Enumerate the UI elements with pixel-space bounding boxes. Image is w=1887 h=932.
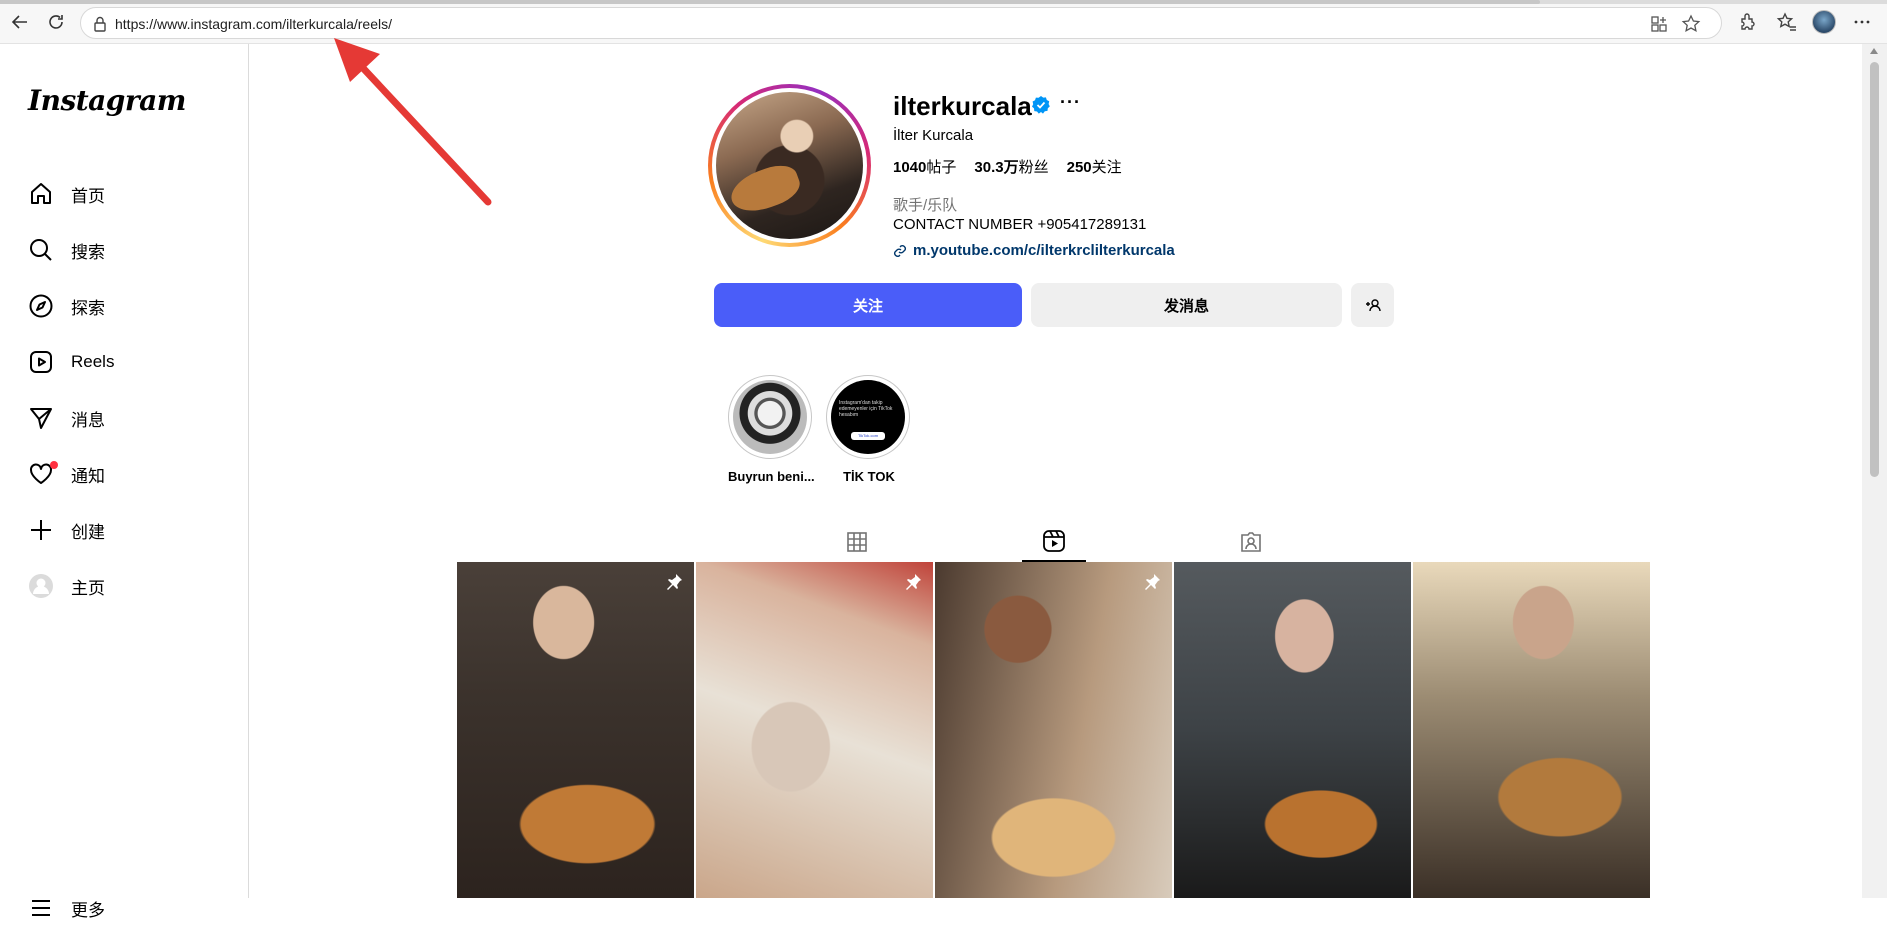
browser-profile-avatar[interactable] — [1812, 10, 1836, 34]
sidebar-item-label: 搜索 — [71, 242, 105, 262]
reel-thumbnail[interactable] — [457, 562, 694, 898]
profile-external-link[interactable]: m.youtube.com/c/ilterkrclilterkurcala — [893, 242, 1175, 259]
story-highlight[interactable]: Buyrun beni... — [728, 375, 815, 484]
following-stat[interactable]: 250关注 — [1067, 156, 1122, 177]
compass-icon — [27, 292, 55, 320]
app-available-icon[interactable] — [1649, 14, 1669, 34]
follow-button[interactable]: 关注 — [714, 283, 1022, 327]
sidebar-item-notifications[interactable]: 通知 — [18, 450, 238, 498]
profile-tabs — [457, 522, 1650, 562]
sidebar-item-profile[interactable]: 主页 — [18, 562, 238, 610]
sidebar-item-label: 探索 — [71, 298, 105, 318]
grid-icon — [847, 532, 867, 552]
sidebar-item-label: 首页 — [71, 186, 105, 206]
tab-tagged[interactable] — [1219, 522, 1283, 562]
tagged-icon — [1241, 532, 1261, 552]
profile-photo — [716, 92, 863, 239]
instagram-sidebar: Instagram 首页 搜索 探索 Reels 消息 通知 创建 主页 更多 — [0, 44, 249, 920]
extensions-icon[interactable] — [1736, 11, 1758, 33]
instagram-logo[interactable]: Instagram — [28, 84, 186, 117]
pinned-icon — [906, 574, 921, 590]
address-bar[interactable]: https://www.instagram.com/ilterkurcala/r… — [80, 7, 1722, 39]
reel-thumbnail[interactable] — [1174, 562, 1411, 898]
more-horizontal-icon — [1854, 20, 1870, 24]
refresh-button[interactable] — [44, 10, 68, 34]
sidebar-item-label: 创建 — [71, 522, 105, 542]
pinned-icon — [667, 574, 682, 590]
profile-username: ilterkurcala — [893, 91, 1032, 121]
favorite-star-icon[interactable] — [1681, 14, 1701, 34]
refresh-icon — [49, 15, 63, 29]
message-button[interactable]: 发消息 — [1031, 283, 1342, 327]
followers-stat[interactable]: 30.3万粉丝 — [974, 156, 1048, 177]
reel-thumbnail[interactable] — [1413, 562, 1650, 898]
profile-full-name: İlter Kurcala — [893, 127, 974, 144]
sidebar-item-label: 通知 — [71, 466, 105, 486]
posts-stat[interactable]: 1040帖子 — [893, 156, 956, 177]
reels-icon — [1043, 530, 1065, 552]
annotation-arrow — [334, 38, 492, 206]
back-arrow-icon — [11, 15, 27, 29]
browser-menu-button[interactable] — [1850, 10, 1874, 34]
verified-badge-icon — [1032, 96, 1050, 114]
sidebar-item-more[interactable]: 更多 — [18, 884, 238, 932]
highlight-label: TİK TOK — [843, 469, 895, 484]
sidebar-item-messages[interactable]: 消息 — [18, 394, 238, 442]
reel-thumbnail[interactable] — [935, 562, 1172, 898]
send-icon — [27, 404, 55, 432]
highlight-thumbnail: Instagram'dan takip edemeyenler için Tik… — [831, 380, 905, 454]
sidebar-item-label: 消息 — [71, 410, 105, 430]
favorites-icon[interactable] — [1776, 11, 1798, 33]
reels-icon — [27, 348, 55, 376]
suggested-users-button[interactable] — [1351, 283, 1394, 327]
profile-picture[interactable] — [708, 84, 871, 247]
tab-strip — [0, 0, 1887, 4]
profile-stats: 1040帖子 30.3万粉丝 250关注 — [893, 156, 1122, 177]
search-icon — [27, 236, 55, 264]
home-icon — [27, 180, 55, 208]
add-person-icon — [1365, 299, 1381, 312]
sidebar-item-search[interactable]: 搜索 — [18, 226, 238, 274]
scroll-up-arrow-icon[interactable] — [1870, 48, 1878, 54]
profile-options-button[interactable]: ··· — [1060, 92, 1081, 113]
url-text[interactable]: https://www.instagram.com/ilterkurcala/r… — [115, 16, 392, 32]
back-button[interactable] — [8, 10, 32, 34]
profile-avatar-icon — [27, 572, 55, 600]
plus-icon — [27, 516, 55, 544]
pinned-icon — [1145, 574, 1160, 590]
sidebar-item-reels[interactable]: Reels — [18, 338, 238, 386]
menu-icon — [27, 894, 55, 922]
profile-category: 歌手/乐队 — [893, 197, 958, 214]
sidebar-item-label: Reels — [71, 352, 115, 371]
notification-dot — [50, 461, 58, 469]
highlight-label: Buyrun beni... — [728, 469, 815, 484]
sidebar-item-label: 更多 — [71, 900, 105, 920]
lock-icon — [94, 16, 106, 32]
sidebar-item-create[interactable]: 创建 — [18, 506, 238, 554]
browser-toolbar: https://www.instagram.com/ilterkurcala/r… — [0, 0, 1887, 44]
sidebar-item-explore[interactable]: 探索 — [18, 282, 238, 330]
profile-bio: CONTACT NUMBER +905417289131 — [893, 216, 1147, 233]
sidebar-item-label: 主页 — [71, 578, 105, 598]
story-highlight[interactable]: Instagram'dan takip edemeyenler için Tik… — [826, 375, 912, 484]
page-scrollbar[interactable] — [1862, 44, 1887, 898]
reel-thumbnail[interactable] — [696, 562, 933, 898]
highlight-thumbnail — [733, 380, 807, 454]
scrollbar-thumb[interactable] — [1870, 62, 1879, 477]
reels-grid — [457, 562, 1651, 898]
tab-reels[interactable] — [1022, 522, 1086, 562]
sidebar-item-home[interactable]: 首页 — [18, 170, 238, 218]
tab-posts[interactable] — [825, 522, 889, 562]
heart-icon — [27, 460, 58, 488]
link-icon — [894, 244, 906, 257]
